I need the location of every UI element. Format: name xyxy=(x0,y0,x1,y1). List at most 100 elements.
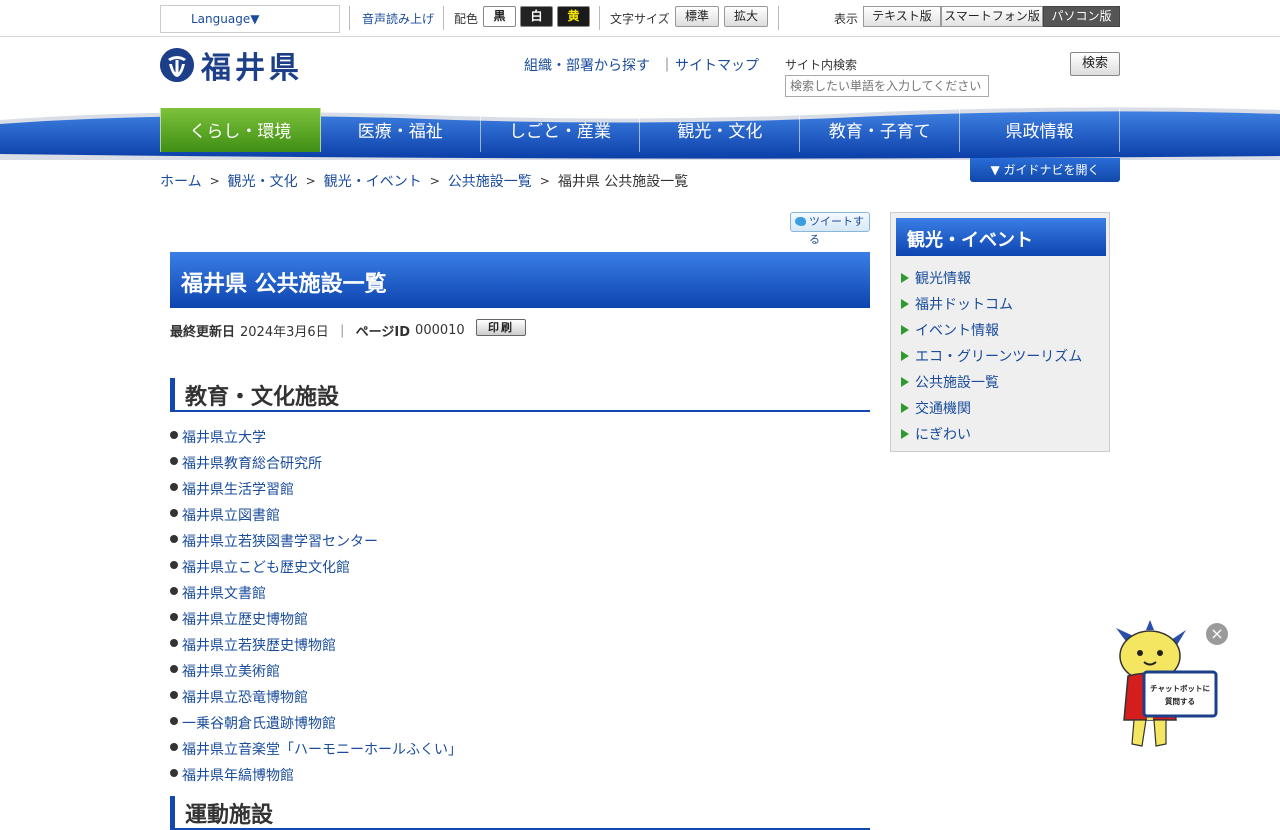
side-nav-link-nigiwai[interactable]: にぎわい xyxy=(915,424,971,444)
bullet-icon xyxy=(170,717,178,725)
twitter-bird-icon xyxy=(795,217,806,226)
divider: ｜ xyxy=(660,58,674,74)
chatbot-close-icon[interactable]: × xyxy=(1206,623,1228,645)
bullet-icon xyxy=(170,561,178,569)
chatbot-label-line2: 質問する xyxy=(1165,696,1195,706)
list-item: 福井県教育総合研究所 xyxy=(170,450,462,476)
gnav-item-education[interactable]: 教育・子育て xyxy=(800,108,961,152)
facility-link[interactable]: 福井県立若狭歴史博物館 xyxy=(182,635,336,655)
arrow-right-icon xyxy=(901,403,909,413)
breadcrumb-home[interactable]: ホーム xyxy=(160,171,202,191)
facility-link[interactable]: 福井県立音楽堂「ハーモニーホールふくい」 xyxy=(182,739,462,759)
text-version-button[interactable]: テキスト版 xyxy=(863,6,941,27)
bullet-icon xyxy=(170,639,178,647)
list-item: 福井県立恐竜博物館 xyxy=(170,684,462,710)
side-nav-item: にぎわい xyxy=(901,421,1082,447)
facility-link[interactable]: 福井県文書館 xyxy=(182,583,266,603)
side-nav-link-tourism-info[interactable]: 観光情報 xyxy=(915,268,971,288)
list-item: 一乗谷朝倉氏遺跡博物館 xyxy=(170,710,462,736)
list-item: 福井県立若狭図書学習センター xyxy=(170,528,462,554)
bullet-icon xyxy=(170,665,178,673)
list-item: 福井県立図書館 xyxy=(170,502,462,528)
facility-link[interactable]: 福井県年縞博物館 xyxy=(182,765,294,785)
breadcrumb-tourism-culture[interactable]: 観光・文化 xyxy=(228,171,298,191)
facility-link[interactable]: 福井県立大学 xyxy=(182,427,266,447)
facility-link[interactable]: 福井県立若狭図書学習センター xyxy=(182,531,378,551)
gnav-item-medical[interactable]: 医療・福祉 xyxy=(321,108,481,152)
facility-link[interactable]: 福井県立恐竜博物館 xyxy=(182,687,308,707)
tweet-button[interactable]: ツイートする xyxy=(790,212,870,246)
page-title: 福井県 公共施設一覧 xyxy=(170,252,870,308)
chatbot-label-line1: チャットボットに xyxy=(1150,683,1210,693)
tweet-label: ツイートする xyxy=(809,215,864,246)
bullet-icon xyxy=(170,769,178,777)
font-size-label: 文字サイズ xyxy=(610,12,670,26)
side-nav-item: 公共施設一覧 xyxy=(901,369,1082,395)
facility-link[interactable]: 福井県立美術館 xyxy=(182,661,280,681)
side-nav-list: 観光情報 福井ドットコム イベント情報 エコ・グリーンツーリズム 公共施設一覧 … xyxy=(901,265,1082,447)
breadcrumb-tourism-event[interactable]: 観光・イベント xyxy=(324,171,422,191)
color-yellow-button[interactable]: 黄 xyxy=(557,6,590,27)
side-nav-link-eco-tourism[interactable]: エコ・グリーンツーリズム xyxy=(915,346,1082,366)
facility-link[interactable]: 一乗谷朝倉氏遺跡博物館 xyxy=(182,713,336,733)
pc-version-button[interactable]: パソコン版 xyxy=(1043,6,1120,27)
facility-link[interactable]: 福井県立図書館 xyxy=(182,505,280,525)
search-input[interactable] xyxy=(785,75,989,97)
color-white-button[interactable]: 白 xyxy=(520,6,553,27)
arrow-right-icon xyxy=(901,351,909,361)
breadcrumb-sep: > xyxy=(539,174,550,188)
arrow-right-icon xyxy=(901,325,909,335)
side-nav-link-fukui-dotcom[interactable]: 福井ドットコム xyxy=(915,294,1013,314)
org-search-link[interactable]: 組織・部署から探す xyxy=(524,55,650,75)
color-black-button[interactable]: 黒 xyxy=(483,6,516,27)
guide-navi-button[interactable]: ▼ ガイドナビを開く xyxy=(970,158,1120,182)
arrow-right-icon xyxy=(901,429,909,439)
side-nav-item: エコ・グリーンツーリズム xyxy=(901,343,1082,369)
utility-bar: Language▼ 音声読み上げ 配色 黒 白 黄 文字サイズ 標準 拡大 表示… xyxy=(0,0,1280,37)
gnav-item-living[interactable]: くらし・環境 xyxy=(160,108,321,152)
divider xyxy=(778,6,779,30)
bullet-icon xyxy=(170,509,178,517)
breadcrumb-sep: > xyxy=(209,174,220,188)
side-nav-link-events[interactable]: イベント情報 xyxy=(915,320,999,340)
font-large-button[interactable]: 拡大 xyxy=(724,6,768,27)
list-item: 福井県立こども歴史文化館 xyxy=(170,554,462,580)
facility-link[interactable]: 福井県教育総合研究所 xyxy=(182,453,322,473)
bullet-icon xyxy=(170,743,178,751)
updated-value: 2024年3月6日 xyxy=(240,325,329,340)
sitemap-link[interactable]: サイトマップ xyxy=(675,55,759,75)
breadcrumb-sep: > xyxy=(305,174,316,188)
facility-link[interactable]: 福井県立歴史博物館 xyxy=(182,609,308,629)
list-item: 福井県立歴史博物館 xyxy=(170,606,462,632)
divider xyxy=(443,6,444,30)
side-nav-link-transport[interactable]: 交通機関 xyxy=(915,398,971,418)
facility-link[interactable]: 福井県生活学習館 xyxy=(182,479,294,499)
facility-list: 福井県立大学 福井県教育総合研究所 福井県生活学習館 福井県立図書館 福井県立若… xyxy=(170,424,462,788)
breadcrumb-sep: > xyxy=(429,174,440,188)
font-standard-button[interactable]: 標準 xyxy=(675,6,719,27)
gnav-item-government[interactable]: 県政情報 xyxy=(960,108,1120,152)
page-id-value: 000010 xyxy=(415,323,465,338)
breadcrumb-facilities[interactable]: 公共施設一覧 xyxy=(448,171,532,191)
divider xyxy=(349,6,350,30)
list-item: 福井県立音楽堂「ハーモニーホールふくい」 xyxy=(170,736,462,762)
search-button[interactable]: 検索 xyxy=(1070,52,1120,76)
print-button[interactable]: 印刷 xyxy=(476,319,526,336)
language-select[interactable]: Language▼ xyxy=(160,5,340,33)
facility-link[interactable]: 福井県立こども歴史文化館 xyxy=(182,557,350,577)
side-nav-item: 観光情報 xyxy=(901,265,1082,291)
global-nav: くらし・環境 医療・福祉 しごと・産業 観光・文化 教育・子育て 県政情報 xyxy=(160,108,1120,152)
divider xyxy=(599,6,600,30)
smartphone-version-button[interactable]: スマートフォン版 xyxy=(941,6,1043,27)
list-item: 福井県文書館 xyxy=(170,580,462,606)
list-item: 福井県立大学 xyxy=(170,424,462,450)
breadcrumb: ホーム > 観光・文化 > 観光・イベント > 公共施設一覧 > 福井県 公共施… xyxy=(160,171,688,191)
site-logo[interactable]: 福井県 xyxy=(160,43,303,87)
bullet-icon xyxy=(170,457,178,465)
page-id-label: ページID xyxy=(355,325,411,340)
section-heading-sports: 運動施設 xyxy=(170,796,870,830)
gnav-item-work[interactable]: しごと・産業 xyxy=(481,108,641,152)
gnav-item-tourism[interactable]: 観光・文化 xyxy=(640,108,801,152)
side-nav-link-facilities[interactable]: 公共施設一覧 xyxy=(915,372,999,392)
voice-reader-link[interactable]: 音声読み上げ xyxy=(362,10,434,27)
